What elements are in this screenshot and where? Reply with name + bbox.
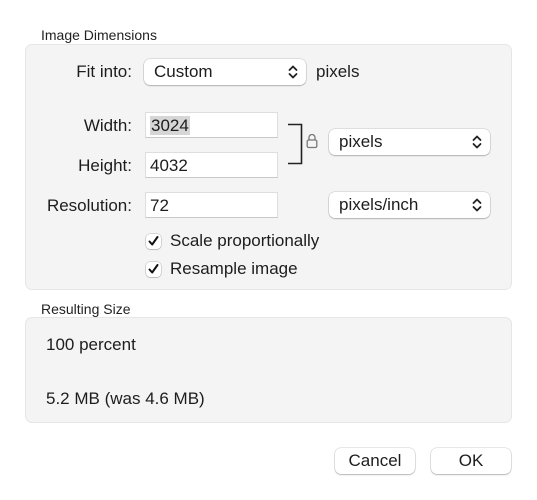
size-unit-popup[interactable]: pixels xyxy=(329,129,490,155)
resulting-file-size: 5.2 MB (was 4.6 MB) xyxy=(46,389,205,408)
width-input[interactable]: 3024 xyxy=(145,112,278,138)
resample-image-label: Resample image xyxy=(170,259,298,278)
resolution-unit-value: pixels/inch xyxy=(339,195,419,214)
resample-image-checkbox[interactable]: Resample image xyxy=(146,259,298,279)
resulting-size-title: Resulting Size xyxy=(41,301,131,317)
scale-proportionally-checkbox[interactable]: Scale proportionally xyxy=(146,231,319,251)
checkbox-box[interactable] xyxy=(146,261,161,277)
resolution-input[interactable]: 72 xyxy=(145,192,278,218)
chevron-up-down-icon xyxy=(472,135,482,149)
width-value: 3024 xyxy=(150,116,190,135)
cancel-button[interactable]: Cancel xyxy=(335,448,415,474)
constrain-bracket xyxy=(288,123,303,165)
height-label: Height: xyxy=(78,156,132,175)
resulting-percent: 100 percent xyxy=(46,335,136,354)
size-unit-value: pixels xyxy=(339,132,383,151)
lock-icon[interactable] xyxy=(306,133,318,149)
scale-proportionally-label: Scale proportionally xyxy=(170,231,320,250)
height-input[interactable]: 4032 xyxy=(145,152,278,178)
fit-into-label: Fit into: xyxy=(76,62,132,81)
ok-button[interactable]: OK xyxy=(431,448,511,474)
height-value: 4032 xyxy=(150,156,188,175)
checkmark-icon xyxy=(148,235,159,245)
width-label: Width: xyxy=(83,116,132,135)
checkmark-icon xyxy=(148,263,159,273)
fit-into-unit-label: pixels xyxy=(316,62,360,81)
fit-into-popup[interactable]: Custom xyxy=(144,59,306,85)
fit-into-value: Custom xyxy=(154,62,213,81)
resolution-unit-popup[interactable]: pixels/inch xyxy=(329,192,490,218)
chevron-up-down-icon xyxy=(288,65,298,79)
checkbox-box[interactable] xyxy=(146,233,161,249)
resolution-value: 72 xyxy=(150,196,169,215)
chevron-up-down-icon xyxy=(472,198,482,212)
image-dimensions-title: Image Dimensions xyxy=(41,27,157,43)
resolution-label: Resolution: xyxy=(46,196,132,215)
